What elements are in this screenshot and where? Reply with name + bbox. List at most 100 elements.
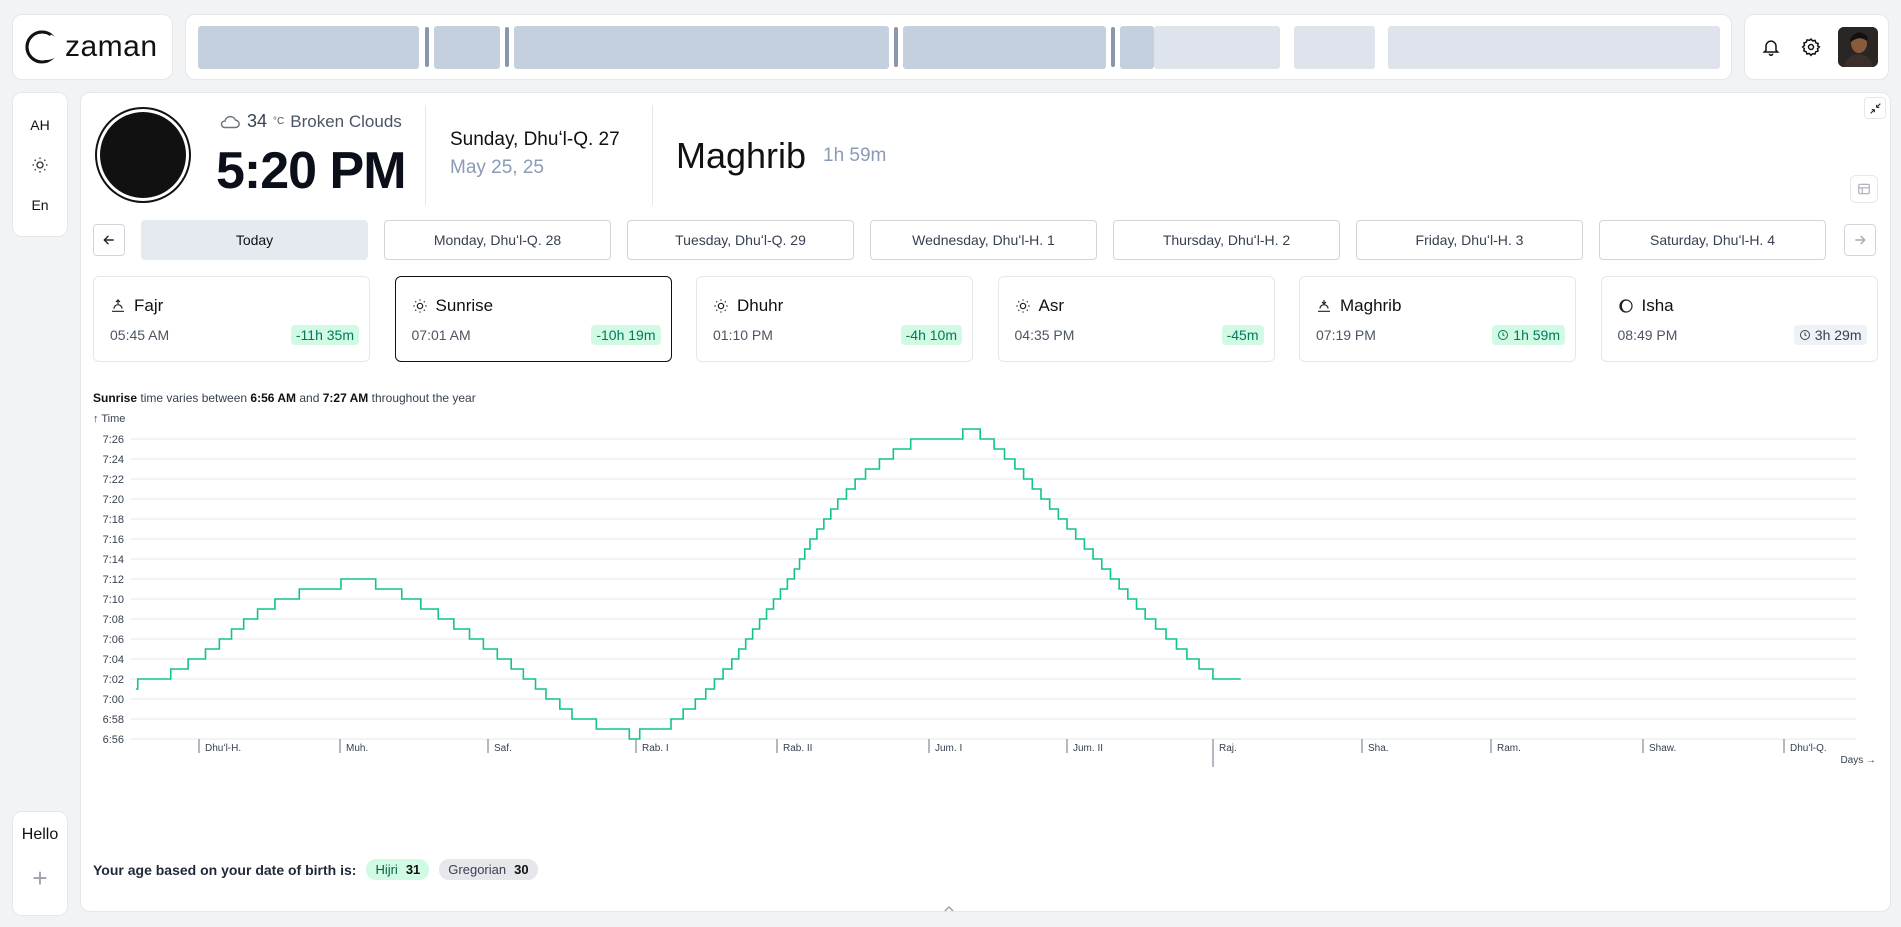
moon-phase-icon (97, 109, 189, 201)
hijri-age-value: 31 (405, 862, 421, 877)
x-tick-label: Dhuʻl-H. (205, 742, 241, 754)
hello-label[interactable]: Hello (22, 826, 58, 844)
gregorian-age-value: 30 (514, 862, 529, 877)
tab-placeholder[interactable] (1120, 26, 1154, 69)
tab-placeholder[interactable] (903, 26, 1106, 69)
tab-placeholder[interactable] (198, 26, 419, 69)
y-tick-label: 7:24 (103, 454, 124, 466)
x-tick-label: Saf. (494, 743, 512, 754)
prayer-time: 07:19 PM (1316, 327, 1376, 343)
clock-icon (1799, 329, 1811, 341)
next-prayer-remaining: 1h 59m (823, 145, 887, 166)
tab-placeholder[interactable] (1154, 26, 1280, 69)
prayer-name: Dhuhr (713, 296, 783, 316)
prayer-name: Asr (1015, 296, 1065, 316)
temperature-unit: °C (273, 116, 285, 127)
language-toggle[interactable]: En (31, 193, 48, 216)
prayer-delta-badge: -11h 35m (290, 325, 359, 345)
prayer-card-asr[interactable]: Asr 04:35 PM -45m (997, 276, 1275, 362)
day-button[interactable]: Thursday, Dhuʻl-H. 2 (1113, 220, 1340, 260)
logo[interactable]: zaman (12, 14, 173, 80)
tab-divider (505, 27, 509, 67)
prayer-name: Maghrib (1316, 296, 1401, 316)
y-tick-label: 7:16 (103, 534, 124, 546)
sunrise-icon (110, 298, 126, 314)
x-tick-label: Rab. II (783, 743, 812, 754)
tab-placeholder[interactable] (1294, 26, 1375, 69)
x-tick-label: Jum. I (935, 743, 962, 754)
y-tick-label: 6:56 (103, 734, 124, 746)
x-tick-label: Muh. (346, 743, 368, 754)
x-tick-label: Raj. (1219, 743, 1237, 754)
hijri-date: Sunday, Dhuʻl-Q. 27 (450, 129, 620, 150)
gear-icon[interactable] (1798, 34, 1824, 60)
plus-icon[interactable]: + (32, 865, 47, 891)
y-tick-label: 7:12 (103, 574, 124, 586)
prev-day-button[interactable] (93, 224, 125, 256)
prayer-card-sunrise[interactable]: Sunrise 07:01 AM -10h 19m (394, 276, 672, 362)
divider (425, 105, 426, 205)
day-button[interactable]: Wednesday, Dhuʻl-H. 1 (870, 220, 1097, 260)
prayer-delta: -4h 10m (905, 327, 957, 343)
prayer-label: Isha (1641, 296, 1674, 315)
y-tick-label: 6:58 (103, 714, 124, 726)
sunrise-series-line (136, 428, 1241, 740)
expand-handle-icon[interactable] (938, 905, 960, 912)
prayer-delta: 3h 29m (1814, 327, 1862, 343)
day-button[interactable]: Saturday, Dhuʻl-H. 4 (1599, 220, 1826, 260)
prayer-label: Fajr (134, 296, 164, 315)
clock-icon (1497, 329, 1509, 341)
calendar-toggle[interactable]: AH (30, 113, 49, 136)
prayer-card-isha[interactable]: Isha 08:49 PM 3h 29m (1600, 276, 1878, 362)
tab-placeholder[interactable] (434, 26, 500, 69)
sun-icon (412, 298, 428, 314)
day-button[interactable]: Monday, Dhuʻl-Q. 28 (384, 220, 611, 260)
caption-min: 6:56 AM (250, 391, 296, 405)
gregorian-age-label: Gregorian (448, 862, 507, 877)
main-panel: 34 °C Broken Clouds 5:20 PM Sunday, Dhuʻl… (80, 92, 1891, 912)
sun-icon[interactable] (31, 153, 49, 176)
y-tick-label: 7:26 (103, 434, 124, 446)
tab-divider (425, 27, 429, 67)
next-day-button[interactable] (1844, 224, 1876, 256)
layout-icon[interactable] (1850, 175, 1878, 203)
prayer-label: Dhuhr (737, 296, 784, 315)
prayer-time: 08:49 PM (1617, 327, 1678, 343)
prayer-delta-badge: -45m (1221, 325, 1264, 345)
tab-placeholder[interactable] (1388, 26, 1720, 69)
prayer-delta-badge: -10h 19m (591, 325, 661, 345)
weather-condition: Broken Clouds (290, 111, 402, 131)
divider (652, 105, 653, 205)
prayer-delta: 1h 59m (1513, 327, 1560, 343)
prayer-card-maghrib[interactable]: Maghrib 07:19 PM 1h 59m (1299, 276, 1576, 362)
y-tick-label: 7:00 (103, 694, 124, 706)
tab-strip (185, 14, 1732, 80)
collapse-icon[interactable] (1864, 97, 1886, 119)
prayer-delta: -11h 35m (295, 327, 354, 343)
caption-text: throughout the year (371, 391, 476, 405)
prayer-delta-badge: 1h 59m (1492, 325, 1565, 345)
y-tick-label: 7:04 (103, 654, 124, 666)
day-button[interactable]: Friday, Dhuʻl-H. 3 (1356, 220, 1583, 260)
sunrise-chart: ↑ Time 6:56 6:58 7:00 7:02 7:04 7:06 7:08 7:10 7:… (93, 413, 1876, 767)
x-tick-label: Ram. (1497, 743, 1521, 754)
caption-max: 7:27 AM (322, 391, 369, 405)
left-rail: AH En (12, 92, 68, 237)
prayer-label: Asr (1038, 296, 1065, 315)
y-axis-label: ↑ Time (93, 413, 125, 425)
prayer-delta: -45m (1226, 327, 1259, 343)
day-button[interactable]: Today (141, 220, 368, 260)
y-tick-label: 7:20 (103, 494, 124, 506)
y-tick-label: 7:10 (103, 594, 124, 606)
x-tick-label: Rab. I (642, 743, 669, 754)
user-avatar[interactable] (1838, 27, 1878, 67)
day-button[interactable]: Tuesday, Dhuʻl-Q. 29 (627, 220, 854, 260)
bell-icon[interactable] (1758, 34, 1784, 60)
prayer-card-fajr[interactable]: Fajr 05:45 AM -11h 35m (93, 276, 370, 362)
tab-placeholder[interactable] (514, 26, 889, 69)
prayer-card-dhuhr[interactable]: Dhuhr 01:10 PM -4h 10m (696, 276, 973, 362)
x-tick-label: Shaw. (1649, 743, 1676, 754)
toolbar (1744, 14, 1889, 80)
y-tick-label: 7:18 (103, 514, 124, 526)
temperature: 34 (247, 111, 268, 131)
